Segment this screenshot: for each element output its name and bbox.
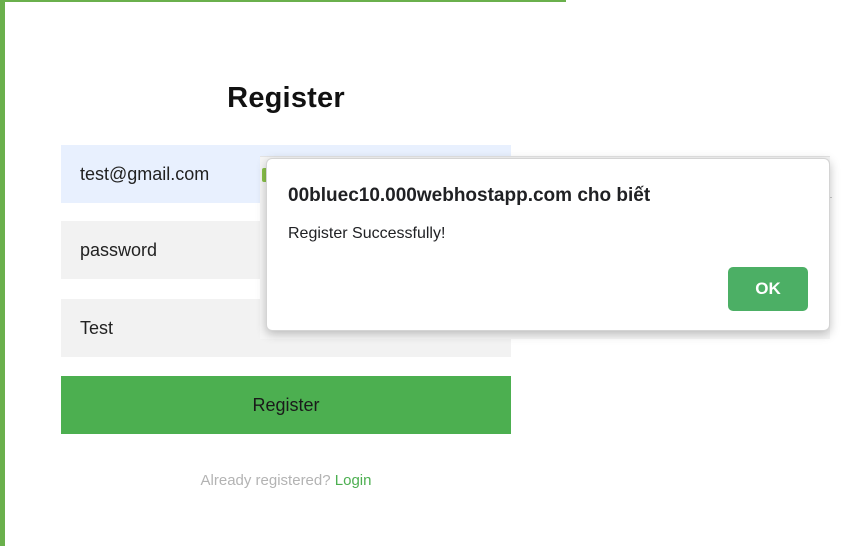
top-accent-border: [0, 0, 566, 2]
alert-dialog: 00bluec10.000webhostapp.com cho biết Reg…: [266, 158, 830, 331]
ok-button[interactable]: OK: [728, 267, 808, 311]
dialog-title: 00bluec10.000webhostapp.com cho biết: [288, 185, 651, 206]
left-accent-border: [0, 0, 5, 546]
dialog-message: Register Successfully!: [288, 225, 446, 242]
page-title: Register: [227, 82, 345, 114]
already-registered-text: Already registered? Login: [61, 472, 511, 489]
register-button[interactable]: Register: [61, 376, 511, 434]
already-registered-label: Already registered?: [200, 472, 331, 489]
register-page: Register test@gmail.com password Test Re…: [0, 0, 842, 546]
login-link[interactable]: Login: [335, 472, 372, 489]
